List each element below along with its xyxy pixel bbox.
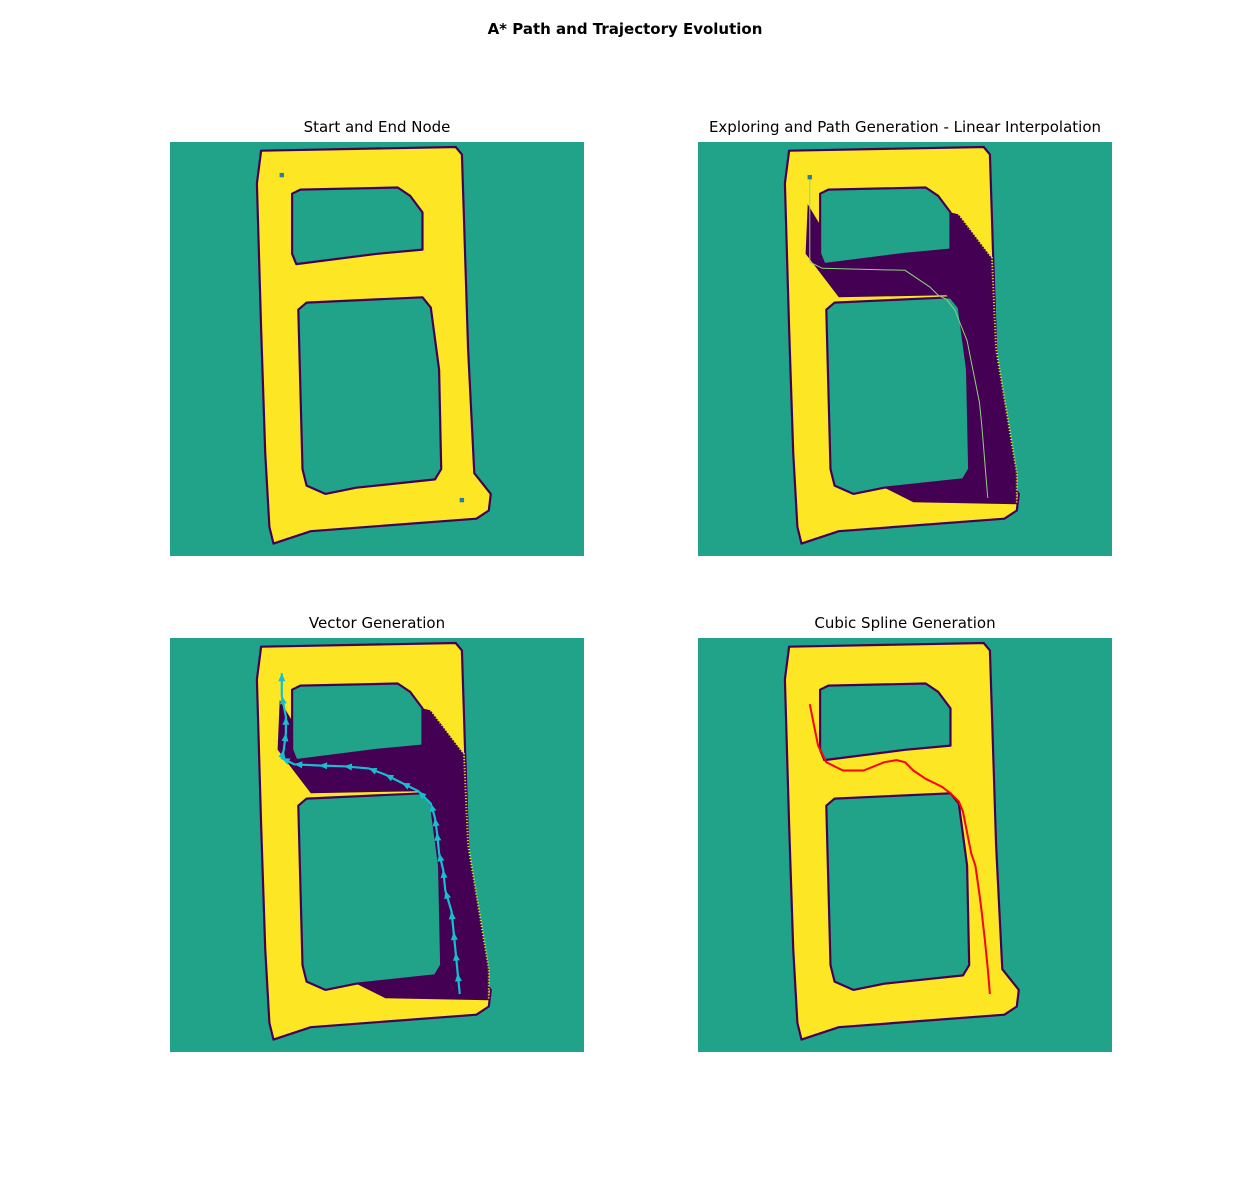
panel-title: Exploring and Path Generation - Linear I… (708, 118, 1102, 136)
figure-title: A* Path and Trajectory Evolution (487, 20, 763, 38)
obstacle-bottom (825, 296, 971, 495)
start-node (807, 174, 812, 180)
obstacle-bottom (825, 792, 971, 991)
map-plot (170, 638, 584, 1052)
map-plot (170, 142, 584, 556)
panel-title: Vector Generation (308, 614, 446, 632)
panel-title: Start and End Node (303, 118, 451, 136)
panel-spline: Cubic Spline Generation (698, 614, 1112, 1052)
obstacle-bottom (297, 296, 443, 495)
start-node (279, 172, 284, 178)
panel-exploring: Exploring and Path Generation - Linear I… (698, 118, 1112, 556)
obstacle-bottom (297, 792, 443, 991)
panel-start-end: Start and End Node (170, 118, 584, 556)
panel-vectors: Vector Generation (170, 614, 584, 1052)
panel-title: Cubic Spline Generation (814, 614, 996, 632)
map-plot (698, 638, 1112, 1052)
end-node (459, 497, 465, 503)
map-plot (698, 142, 1112, 556)
